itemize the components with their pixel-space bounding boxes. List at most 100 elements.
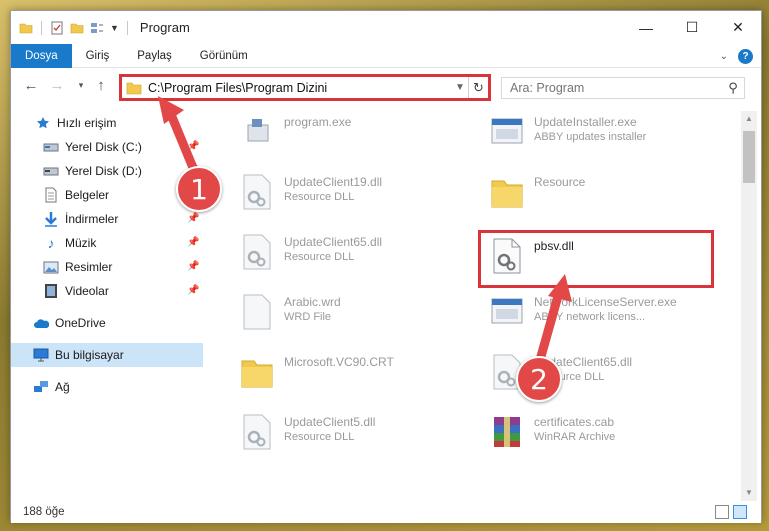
network-icon [33, 379, 49, 395]
nav-label: Ağ [55, 380, 70, 394]
refresh-icon[interactable]: ↻ [468, 77, 488, 98]
nav-item-videos[interactable]: Videolar 📌 [11, 279, 203, 303]
nav-label: İndirmeler [65, 212, 119, 226]
nav-network[interactable]: Ağ [11, 375, 203, 399]
nav-item-documents[interactable]: Belgeler 📌 [11, 183, 203, 207]
file-item[interactable]: Resource [486, 171, 726, 223]
chevron-down-icon[interactable]: ▼ [110, 23, 119, 33]
file-desc: ABBY updates installer [534, 131, 647, 143]
file-item[interactable]: UpdateClient5.dll Resource DLL [236, 411, 476, 463]
window-controls: — ☐ ✕ [623, 11, 761, 44]
music-icon: ♪ [47, 235, 55, 251]
tiles-view-icon[interactable] [733, 505, 747, 519]
vertical-scrollbar[interactable]: ▲ ▼ [741, 111, 757, 501]
nav-label: Belgeler [65, 188, 110, 202]
maximize-button[interactable]: ☐ [669, 11, 715, 44]
tab-share[interactable]: Paylaş [123, 44, 186, 68]
tab-home[interactable]: Giriş [72, 44, 124, 68]
scroll-down-icon[interactable]: ▼ [741, 485, 757, 501]
pin-icon[interactable]: 📌 [187, 213, 199, 225]
nav-item-pictures[interactable]: Resimler 📌 [11, 255, 203, 279]
file-item[interactable]: UpdateClient19.dll Resource DLL [236, 171, 476, 223]
archive-icon [494, 417, 520, 447]
drive-icon [43, 139, 59, 155]
nav-label: Bu bilgisayar [55, 348, 124, 362]
back-arrow-icon[interactable]: ← [21, 77, 41, 94]
expand-ribbon-icon[interactable]: ⌄ [720, 51, 728, 62]
drive-icon [43, 163, 59, 179]
file-item[interactable]: program.exe [236, 111, 476, 163]
cloud-icon [33, 315, 49, 331]
file-desc: WinRAR Archive [534, 431, 616, 443]
file-item[interactable]: certificates.cab WinRAR Archive [486, 411, 726, 463]
file-desc: Resource DLL [284, 191, 355, 203]
chevron-down-icon[interactable]: ▼ [452, 82, 468, 93]
nav-quick-access[interactable]: Hızlı erişim [11, 111, 203, 135]
new-folder-icon[interactable] [70, 21, 84, 35]
address-bar[interactable]: C:\Program Files\Program Dizini ▼ ↻ [119, 74, 491, 101]
computer-icon [33, 347, 49, 363]
nav-label: Videolar [65, 284, 109, 298]
tab-view[interactable]: Görünüm [186, 44, 262, 68]
nav-label: Müzik [65, 236, 97, 250]
scroll-thumb[interactable] [743, 131, 755, 183]
nav-item-disk-d[interactable]: Yerel Disk (D:) 📌 [11, 159, 203, 183]
navigation-pane: Hızlı erişim Yerel Disk (C:) 📌 Yerel Dis… [11, 111, 205, 501]
file-item[interactable]: Microsoft.VC90.CRT [236, 351, 476, 403]
file-desc: WRD File [284, 311, 332, 323]
download-icon [43, 211, 59, 227]
properties-icon[interactable] [50, 21, 64, 35]
search-icon[interactable]: ⚲ [722, 80, 744, 96]
installer-icon [491, 298, 523, 324]
scroll-up-icon[interactable]: ▲ [741, 111, 757, 127]
nav-onedrive[interactable]: OneDrive [11, 311, 203, 335]
pin-icon[interactable]: 📌 [187, 141, 199, 153]
folder-icon [19, 23, 33, 33]
recent-locations-icon[interactable]: ▾ [71, 80, 91, 91]
file-icon [243, 294, 271, 330]
nav-label: Yerel Disk (D:) [65, 164, 142, 178]
nav-label: Resimler [65, 260, 113, 274]
file-item[interactable]: UpdateClient65.dll Resource DLL [236, 231, 476, 283]
folder-icon [241, 360, 273, 388]
details-view-icon[interactable] [715, 505, 729, 519]
divider [41, 20, 42, 35]
dll-icon [243, 234, 271, 270]
forward-arrow-icon[interactable]: → [47, 77, 67, 94]
file-name: UpdateClient5.dll [284, 415, 376, 429]
file-item[interactable]: NetworkLicenseServer.exe ABBY network lic… [486, 291, 726, 343]
minimize-button[interactable]: — [623, 11, 669, 44]
ribbon-right-controls: ⌄ ? [720, 44, 753, 68]
file-item[interactable]: UpdateInstaller.exe ABBY updates installe… [486, 111, 726, 163]
highlight-box [478, 230, 714, 288]
close-button[interactable]: ✕ [715, 11, 761, 44]
nav-label: Yerel Disk (C:) [65, 140, 142, 154]
pin-icon[interactable]: 📌 [187, 237, 199, 249]
nav-item-downloads[interactable]: İndirmeler 📌 [11, 207, 203, 231]
exe-icon [247, 119, 269, 142]
view-toggle [715, 505, 747, 519]
tab-file[interactable]: Dosya [11, 43, 72, 68]
help-icon[interactable]: ? [738, 48, 753, 64]
nav-item-music[interactable]: ♪ Müzik 📌 [11, 231, 203, 255]
dll-icon [243, 174, 271, 210]
search-input[interactable] [502, 81, 722, 95]
file-item[interactable]: Arabic.wrd WRD File [236, 291, 476, 343]
file-desc: ABBY network licens... [534, 311, 646, 323]
up-arrow-icon[interactable]: ↑ [91, 77, 111, 94]
file-desc: Resource DLL [284, 431, 355, 443]
customize-toolbar-icon[interactable] [90, 21, 104, 35]
pictures-icon [43, 259, 59, 275]
file-name: Microsoft.VC90.CRT [284, 355, 394, 369]
pin-icon[interactable]: 📌 [187, 261, 199, 273]
nav-item-disk-c[interactable]: Yerel Disk (C:) 📌 [11, 135, 203, 159]
address-path[interactable]: C:\Program Files\Program Dizini [148, 81, 452, 95]
file-name: UpdateInstaller.exe [534, 115, 637, 129]
nav-this-pc[interactable]: Bu bilgisayar [11, 343, 203, 367]
pin-icon[interactable]: 📌 [187, 285, 199, 297]
item-count: 188 öğe [23, 506, 65, 518]
file-name: NetworkLicenseServer.exe [534, 295, 677, 309]
file-name: program.exe [284, 115, 352, 129]
search-box[interactable]: ⚲ [501, 77, 745, 99]
status-bar: 188 öğe [11, 501, 761, 523]
